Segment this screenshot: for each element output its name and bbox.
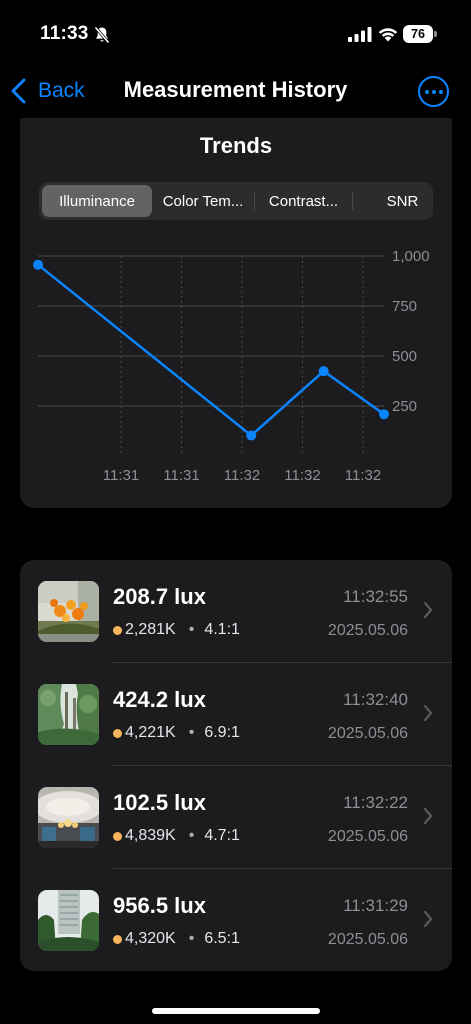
chevron-right-icon: [423, 910, 433, 928]
color-temperature-dot: [113, 625, 122, 635]
y-tick-label: 1,000: [392, 248, 430, 265]
metric-segmented-control: Illuminance Color Tem... Contrast... SNR: [39, 182, 433, 220]
battery-cap: [434, 31, 437, 37]
measurement-meta: 4,221K • 6.9:1: [113, 724, 240, 742]
measurement-time: 11:31:29: [343, 896, 408, 915]
color-temperature: 2,281K: [125, 621, 176, 638]
measurement-time: 11:32:40: [343, 690, 408, 709]
y-tick-label: 250: [392, 398, 417, 415]
lux-value: 208.7 lux: [113, 584, 206, 609]
x-tick-label: 11:32: [284, 467, 320, 484]
bell-slash-icon: [94, 26, 110, 44]
color-temperature: 4,839K: [125, 827, 176, 844]
measurement-date: 2025.05.06: [327, 725, 408, 742]
separator-dot: •: [188, 930, 195, 947]
more-options-button[interactable]: [418, 76, 449, 107]
measurement-date: 2025.05.06: [327, 931, 408, 948]
measurement-row[interactable]: 956.5 lux 11:31:29 4,320K • 6.5:1 2025.05.06: [20, 869, 452, 971]
segment-contrast[interactable]: Contrast...: [255, 185, 352, 217]
measurement-meta: 4,839K • 4.7:1: [113, 827, 240, 845]
measurement-time: 11:32:22: [343, 793, 408, 812]
color-temperature-dot: [113, 934, 122, 944]
measurement-thumbnail: [38, 787, 99, 848]
y-tick-label: 750: [392, 298, 417, 315]
chevron-right-icon: [423, 704, 433, 722]
x-tick-label: 11:32: [345, 467, 381, 484]
segment-snr[interactable]: SNR: [353, 185, 452, 217]
cellular-signal-icon: [348, 27, 372, 42]
illuminance-trend-chart: 250 500 750 1,000 11:31 11:31 11:32 11:32 11:32: [33, 248, 430, 484]
lux-value: 956.5 lux: [113, 893, 206, 918]
chevron-right-icon: [423, 807, 433, 825]
measurement-row[interactable]: 102.5 lux 11:32:22 4,839K • 4.7:1 2025.05.06: [20, 766, 452, 869]
contrast-ratio: 4.7:1: [204, 827, 240, 844]
separator-dot: •: [188, 621, 195, 638]
lux-value: 102.5 lux: [113, 790, 206, 815]
page-title: Measurement History: [123, 77, 348, 102]
separator-dot: •: [188, 827, 195, 844]
segment-illuminance[interactable]: Illuminance: [42, 185, 152, 217]
data-point: [318, 366, 329, 377]
x-tick-label: 11:31: [103, 467, 139, 484]
color-temperature-dot: [113, 728, 122, 738]
y-tick-label: 500: [392, 348, 417, 365]
measurement-date: 2025.05.06: [327, 828, 408, 845]
status-time: 11:33: [40, 23, 89, 44]
measurement-meta: 4,320K • 6.5:1: [113, 930, 240, 948]
measurement-thumbnail: [38, 684, 99, 745]
color-temperature: 4,221K: [125, 724, 176, 741]
measurement-date: 2025.05.06: [327, 622, 408, 639]
contrast-ratio: 6.9:1: [204, 724, 240, 741]
trends-card: Trends Illuminance Color Tem... Contrast…: [20, 118, 452, 508]
data-point: [33, 259, 43, 270]
color-temperature-dot: [113, 831, 122, 841]
data-point: [379, 409, 389, 420]
measurement-meta: 2,281K • 4.1:1: [113, 621, 240, 639]
separator-dot: •: [188, 724, 195, 741]
chevron-right-icon: [423, 601, 433, 619]
measurement-time: 11:32:55: [343, 587, 408, 606]
contrast-ratio: 6.5:1: [204, 930, 240, 947]
home-indicator: [152, 1008, 320, 1014]
x-tick-label: 11:31: [163, 467, 199, 484]
x-tick-label: 11:32: [224, 467, 260, 484]
lux-value: 424.2 lux: [113, 687, 206, 712]
navigation-bar: Back Measurement History: [0, 60, 471, 120]
wifi-icon: [378, 28, 398, 42]
trends-title: Trends: [199, 133, 273, 158]
battery-indicator: 76: [403, 25, 433, 43]
segment-color-temperature[interactable]: Color Tem...: [153, 185, 253, 217]
contrast-ratio: 4.1:1: [204, 621, 240, 638]
color-temperature: 4,320K: [125, 930, 176, 947]
measurement-row[interactable]: 424.2 lux 11:32:40 4,221K • 6.9:1 2025.05.06: [20, 663, 452, 766]
series-line: [37, 263, 385, 437]
measurement-thumbnail: [38, 890, 99, 951]
ellipsis-icon: [424, 89, 429, 94]
measurement-list: 208.7 lux 11:32:55 2,281K • 4.1:1 2025.05.06 4…: [20, 560, 452, 971]
data-point: [246, 430, 257, 441]
measurement-thumbnail: [38, 581, 99, 642]
status-bar: 11:33 76: [0, 0, 471, 60]
measurement-row[interactable]: 208.7 lux 11:32:55 2,281K • 4.1:1 2025.05.06: [20, 560, 452, 663]
